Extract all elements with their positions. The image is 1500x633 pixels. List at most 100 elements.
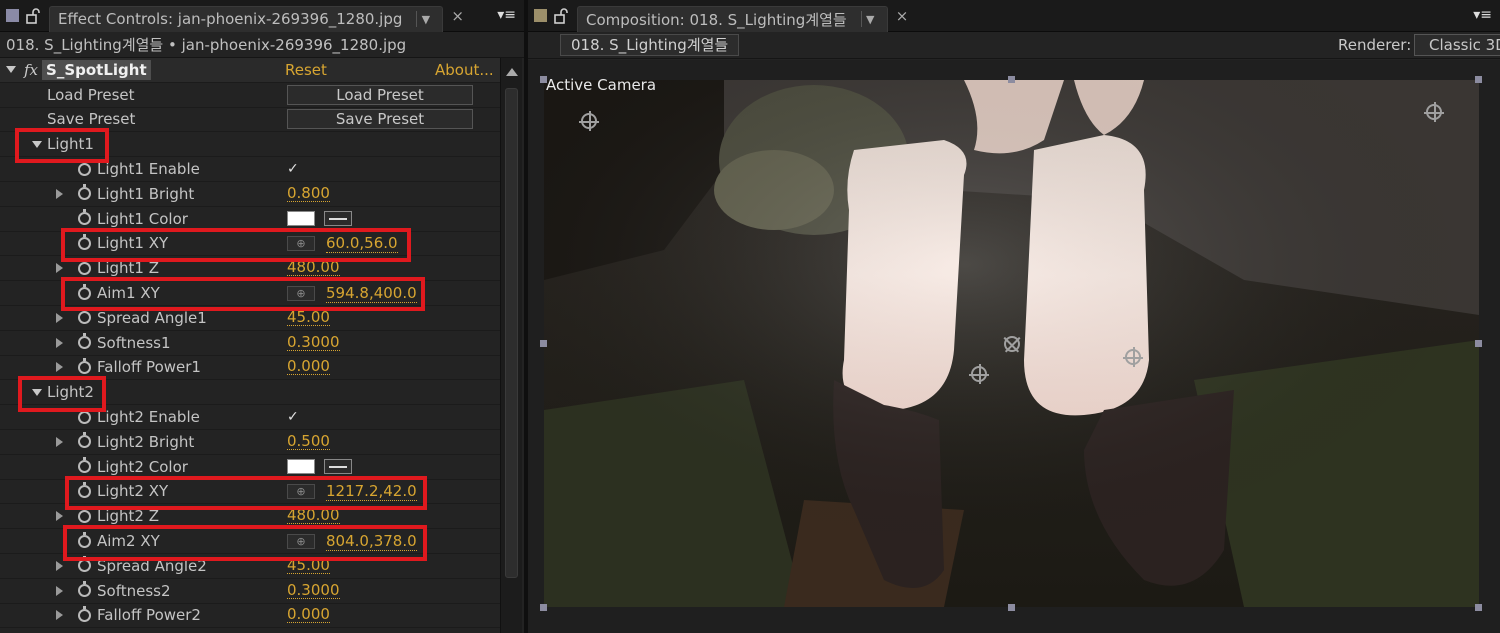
stopwatch-icon[interactable] [78, 159, 91, 176]
aim1-xy-text[interactable]: 594.8,400.0 [326, 283, 417, 303]
light2-xy-value[interactable]: 1217.2,42.0 [326, 481, 417, 501]
expand-triangle-icon[interactable] [56, 511, 63, 522]
stopwatch-icon[interactable] [78, 308, 91, 325]
expand-triangle-icon[interactable] [56, 585, 63, 596]
spread-angle2-value[interactable]: 45.00 [287, 557, 330, 574]
composition-color-icon [534, 9, 547, 22]
stopwatch-icon[interactable] [78, 432, 91, 449]
light2-bright-value[interactable]: 0.500 [287, 433, 330, 450]
stopwatch-icon[interactable] [78, 333, 91, 350]
light1-color-swatch[interactable] [287, 211, 315, 227]
spread-angle2-row: Spread Angle2 45.00 [0, 554, 500, 579]
tab-effect-controls[interactable]: Effect Controls: jan-phoenix-269396_1280… [49, 5, 444, 32]
light2-z-value[interactable]: 480.00 [287, 508, 340, 525]
layer-handle-top-right[interactable] [1475, 76, 1482, 83]
stopwatch-icon[interactable] [78, 233, 91, 250]
expand-triangle-icon[interactable] [6, 66, 16, 74]
close-icon[interactable]: × [896, 7, 909, 25]
composition-viewer[interactable]: Active Camera [528, 60, 1500, 633]
expand-triangle-icon[interactable] [56, 188, 63, 199]
layer-handle-top-left[interactable] [540, 76, 547, 83]
panel-menu-icon[interactable]: ▾≡ [1473, 7, 1492, 23]
falloff-power2-value[interactable]: 0.000 [287, 607, 330, 624]
expand-triangle-icon[interactable] [56, 312, 63, 323]
layer-handle-top-middle[interactable] [1008, 76, 1015, 83]
layer-handle-bottom-left[interactable] [540, 604, 547, 611]
lock-icon[interactable] [553, 7, 569, 24]
aim1-xy-value[interactable]: 594.8,400.0 [326, 283, 417, 303]
chevron-down-icon[interactable]: ▼ [860, 11, 879, 27]
softness2-value[interactable]: 0.3000 [287, 582, 340, 599]
light1-bright-value[interactable]: 0.800 [287, 185, 330, 202]
load-preset-button[interactable]: Load Preset [287, 84, 473, 105]
layer-handle-middle-right[interactable] [1475, 340, 1482, 347]
effect-controls-scrollbar[interactable] [500, 58, 522, 633]
scroll-up-arrow-icon[interactable] [506, 68, 518, 76]
crosshair-icon[interactable]: ⊕ [287, 533, 315, 549]
expand-triangle-icon[interactable] [56, 362, 63, 373]
stopwatch-icon[interactable] [78, 209, 91, 226]
expand-triangle-icon[interactable] [32, 388, 42, 396]
scroll-thumb[interactable] [505, 88, 518, 578]
expand-triangle-icon[interactable] [56, 560, 63, 571]
light1-group-row[interactable]: Light1 [0, 132, 500, 158]
stopwatch-icon[interactable] [78, 357, 91, 374]
effect-header-row[interactable]: fx S_SpotLight Reset About... [0, 58, 500, 83]
tab-composition[interactable]: Composition: 018. S_Lighting계열들 ▼ [577, 5, 888, 32]
stopwatch-icon[interactable] [78, 556, 91, 573]
stopwatch-icon[interactable] [78, 283, 91, 300]
about-link[interactable]: About... [435, 61, 494, 79]
stopwatch-icon[interactable] [78, 407, 91, 424]
spread-angle1-value[interactable]: 45.00 [287, 309, 330, 326]
reset-link[interactable]: Reset [285, 61, 327, 79]
crosshair-icon[interactable]: ⊕ [287, 285, 315, 301]
light1-position-icon[interactable] [579, 111, 599, 131]
light2-color-swatch[interactable] [287, 459, 315, 475]
save-preset-button[interactable]: Save Preset [287, 109, 473, 130]
aim2-xy-value[interactable]: 804.0,378.0 [326, 531, 417, 551]
light1-xy-value[interactable]: 60.0,56.0 [326, 233, 398, 253]
expand-triangle-icon[interactable] [56, 610, 63, 621]
crosshair-icon[interactable]: ⊕ [287, 483, 315, 499]
falloff-power1-value[interactable]: 0.000 [287, 359, 330, 376]
light1-xy-text[interactable]: 60.0,56.0 [326, 233, 398, 253]
expand-triangle-icon[interactable] [56, 436, 63, 447]
stopwatch-icon[interactable] [78, 605, 91, 622]
expand-triangle-icon[interactable] [56, 337, 63, 348]
renderer-select[interactable]: Classic 3D [1414, 34, 1500, 56]
eyedropper-icon[interactable] [324, 211, 352, 227]
fx-icon[interactable]: fx [24, 61, 38, 79]
light2-xy-text[interactable]: 1217.2,42.0 [326, 481, 417, 501]
expand-triangle-icon[interactable] [32, 140, 42, 148]
aim2-xy-text[interactable]: 804.0,378.0 [326, 531, 417, 551]
light2-enable-checkbox[interactable]: ✓ [287, 410, 301, 424]
stopwatch-icon[interactable] [78, 581, 91, 598]
light1-enable-checkbox[interactable]: ✓ [287, 162, 301, 176]
close-icon[interactable]: × [451, 7, 464, 25]
stopwatch-icon[interactable] [78, 481, 91, 498]
composition-tabbar: Composition: 018. S_Lighting계열들 ▼ × ▾≡ [528, 0, 1500, 32]
save-preset-row: Save Preset Save Preset [0, 108, 500, 133]
light1-bright-row: Light1 Bright 0.800 [0, 182, 500, 207]
aim1-target-icon[interactable] [969, 364, 989, 384]
layer-handle-bottom-right[interactable] [1475, 604, 1482, 611]
composition-name-tab[interactable]: 018. S_Lighting계열들 [560, 34, 740, 56]
stopwatch-icon[interactable] [78, 184, 91, 201]
stopwatch-icon[interactable] [78, 506, 91, 523]
stopwatch-icon[interactable] [78, 457, 91, 474]
stopwatch-icon[interactable] [78, 531, 91, 548]
light2-position-icon[interactable] [1424, 102, 1444, 122]
softness1-value[interactable]: 0.3000 [287, 334, 340, 351]
aim2-target-icon[interactable] [1123, 347, 1143, 367]
eyedropper-icon[interactable] [324, 459, 352, 475]
light2-group-row[interactable]: Light2 [0, 380, 500, 406]
light1-z-value[interactable]: 480.00 [287, 260, 340, 277]
panel-menu-icon[interactable]: ▾≡ [497, 7, 516, 23]
lock-icon[interactable] [25, 7, 41, 24]
crosshair-icon[interactable]: ⊕ [287, 235, 315, 251]
stopwatch-icon[interactable] [78, 258, 91, 275]
layer-handle-bottom-middle[interactable] [1008, 604, 1015, 611]
expand-triangle-icon[interactable] [56, 263, 63, 274]
chevron-down-icon[interactable]: ▼ [416, 11, 434, 27]
layer-handle-middle-left[interactable] [540, 340, 547, 347]
